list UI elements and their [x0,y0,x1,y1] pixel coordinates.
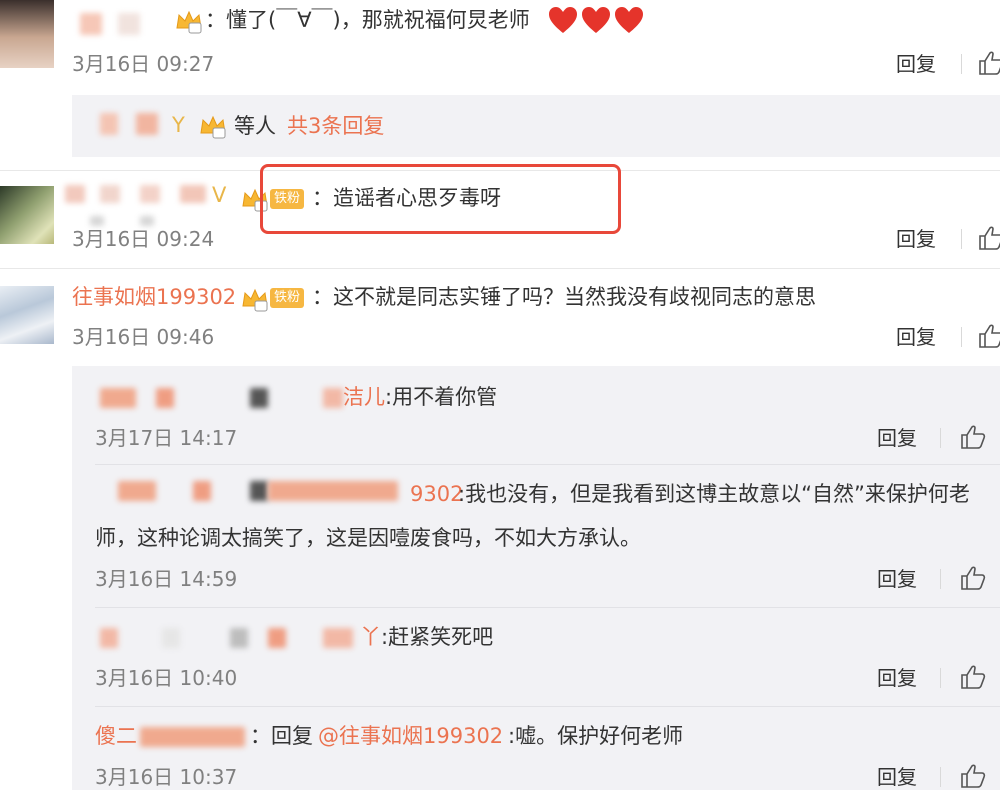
fan-badge: 铁粉 [270,288,305,308]
comment-text: ：懂了(￣∀￣)，那就祝福何炅老师 [205,8,530,32]
reply-button[interactable]: 回复 [877,664,917,692]
redacted-username [140,727,245,747]
thumbs-up-icon[interactable] [960,664,986,690]
reply-button[interactable]: 回复 [877,763,917,791]
heart-icon [549,7,577,33]
reply-button[interactable]: 回复 [896,225,936,253]
reply-text: :嘘。保护好何老师 [508,724,684,748]
thumbs-up-icon[interactable] [978,225,1000,251]
redacted-username [100,185,120,203]
redacted-username [140,185,160,203]
reply-username[interactable]: 洁儿 [343,382,385,412]
divider [95,706,1000,707]
reply-text: ：回复 [250,724,313,748]
redacted-username [118,13,140,35]
divider [940,767,941,787]
divider [940,428,941,448]
reply-button[interactable]: 回复 [877,424,917,452]
timestamp: 3月16日 14:59 [95,567,238,591]
avatar[interactable] [0,286,54,344]
comment-text: ：这不就是同志实锤了吗？当然我没有歧视同志的意思 [312,285,816,309]
reply-username[interactable]: 傻二 [95,721,137,751]
redacted-username [268,481,398,501]
reply-button[interactable]: 回复 [896,323,936,351]
redacted-username [100,113,118,135]
redacted-username [268,628,286,648]
redacted-username [80,13,102,35]
summary-suffix: 等人 [234,114,276,138]
redacted-username [180,185,206,203]
heart-icon [582,7,610,33]
redacted-username [65,185,85,203]
reply-text: :我也没有，但是我看到这博主故意以“自然”来保护何老 [458,482,970,506]
timestamp: 3月17日 14:17 [95,426,238,450]
reply-username[interactable]: 丫 [360,622,381,652]
avatar[interactable] [0,186,54,244]
reply-text: :用不着你管 [385,385,498,409]
reply-button[interactable]: 回复 [877,565,917,593]
thumbs-up-icon[interactable] [978,50,1000,76]
divider [961,229,962,249]
crown-icon [242,288,268,312]
redacted-username [136,113,158,135]
divider [95,607,1000,608]
redacted-username [250,388,268,408]
redacted-username [162,628,180,648]
redacted-username [323,388,343,408]
timestamp: 3月16日 10:37 [95,765,238,789]
reply-count-link[interactable]: 共3条回复 [287,111,384,141]
thumbs-up-icon[interactable] [960,565,986,591]
highlight-box [260,164,621,234]
heart-icon [615,7,643,33]
divider [0,268,1000,269]
mention-link[interactable]: @往事如烟199302 [318,721,503,751]
reply-button[interactable]: 回复 [896,50,936,78]
redacted-username [323,628,353,648]
username-link[interactable]: 往事如烟199302 [72,282,236,312]
redacted-username: Y [172,113,185,137]
timestamp: 3月16日 10:40 [95,666,238,690]
redacted-username [156,388,174,408]
divider [940,668,941,688]
avatar[interactable] [0,0,54,68]
redacted-username [250,481,268,501]
timestamp: 3月16日 09:24 [72,227,215,251]
divider [95,464,1000,465]
redacted-username [100,628,118,648]
reply-text-line2: 师，这种论调太搞笑了，这是因噎废食吗，不如大方承认。 [95,526,641,550]
divider [961,54,962,74]
crown-icon [200,115,226,139]
reply-username[interactable]: 9302 [410,479,463,509]
redacted-username: V [212,183,227,207]
thumbs-up-icon[interactable] [960,424,986,450]
redacted-username [100,388,136,408]
reply-text: :赶紧笑死吧 [381,625,494,649]
redacted-username [118,481,156,501]
divider [940,569,941,589]
timestamp: 3月16日 09:46 [72,325,215,349]
redacted-username [230,628,248,648]
crown-icon [176,10,202,34]
divider [961,327,962,347]
redacted-username [193,481,211,501]
thumbs-up-icon[interactable] [960,763,986,789]
thumbs-up-icon[interactable] [978,323,1000,349]
timestamp: 3月16日 09:27 [72,52,215,76]
